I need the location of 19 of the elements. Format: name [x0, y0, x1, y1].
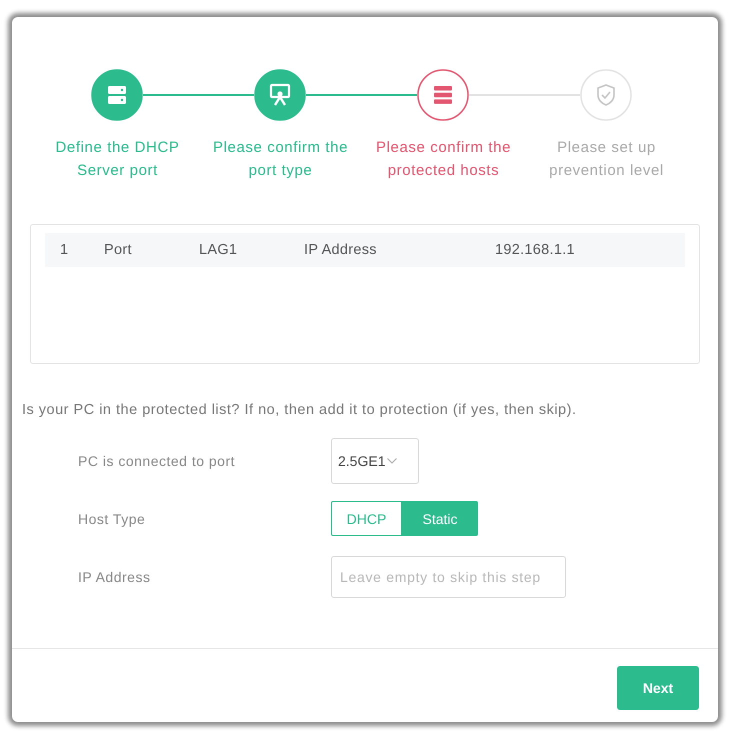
field-label: PC is connected to port: [78, 453, 236, 469]
step-label: Define the DHCP Server port: [54, 138, 181, 181]
host-type-option[interactable]: Static: [402, 501, 478, 536]
table-cell-text: IP Address: [304, 242, 378, 258]
table-cell-text: Port: [104, 242, 133, 258]
table-cell-text: 1: [60, 242, 70, 258]
next-button[interactable]: Next: [617, 666, 699, 710]
field-label: Host Type: [78, 510, 146, 526]
chevron-down-icon: [387, 458, 398, 464]
host-type-option[interactable]: DHCP: [331, 501, 402, 536]
step-label: Please confirm the protected hosts: [374, 138, 512, 181]
step-label: Please set up prevention level: [548, 138, 665, 181]
question-text: Is your PC in the protected list? If no, then add it to protection (if yes, then skip).: [22, 401, 578, 419]
field-label: IP Address: [78, 569, 152, 585]
port-select[interactable]: 2.5GE1: [331, 438, 419, 484]
table-cell-text: LAG1: [199, 242, 238, 258]
step-label: Please confirm the port type: [212, 138, 350, 181]
table-cell-text: 192.168.1.1: [495, 242, 576, 258]
ip-address-field[interactable]: Leave empty to skip this step: [331, 556, 566, 598]
